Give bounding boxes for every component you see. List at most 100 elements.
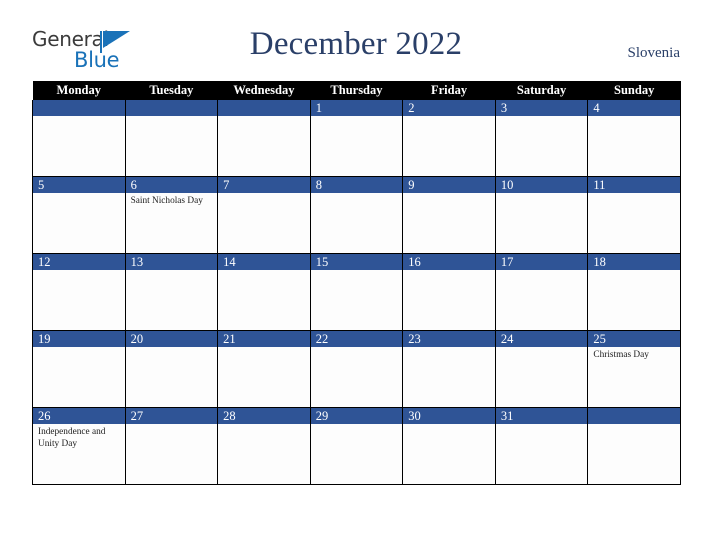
calendar-day-cell[interactable]: 25 Christmas Day bbox=[587, 330, 681, 408]
calendar-day-cell[interactable]: 17 bbox=[494, 253, 589, 331]
day-number bbox=[33, 100, 125, 116]
calendar-day-cell[interactable] bbox=[32, 100, 126, 177]
day-number: 26 bbox=[33, 408, 125, 424]
day-events bbox=[218, 424, 310, 427]
day-number: 19 bbox=[33, 331, 125, 347]
calendar-day-cell[interactable] bbox=[124, 100, 219, 177]
day-number: 9 bbox=[403, 177, 495, 193]
day-events bbox=[311, 116, 403, 119]
day-number: 30 bbox=[403, 408, 495, 424]
day-number: 16 bbox=[403, 254, 495, 270]
day-events bbox=[403, 347, 495, 350]
day-events bbox=[496, 270, 588, 273]
calendar-day-cell[interactable]: 22 bbox=[309, 330, 404, 408]
day-events bbox=[218, 116, 310, 119]
calendar-day-cell[interactable]: 3 bbox=[494, 100, 589, 177]
day-events bbox=[496, 347, 588, 350]
day-events bbox=[218, 270, 310, 273]
calendar-day-cell[interactable]: 4 bbox=[587, 100, 681, 177]
calendar-week-row: 26 Independence and Unity Day 27 28 29 30 31 bbox=[32, 407, 681, 485]
calendar-day-cell[interactable]: 21 bbox=[217, 330, 311, 408]
day-events bbox=[496, 424, 588, 427]
calendar-day-cell[interactable]: 23 bbox=[402, 330, 496, 408]
day-events bbox=[588, 270, 680, 273]
calendar-day-cell[interactable]: 2 bbox=[402, 100, 496, 177]
page-title: December 2022 bbox=[249, 26, 463, 62]
calendar-day-cell[interactable]: 18 bbox=[587, 253, 681, 331]
weekday-header-row: Monday Tuesday Wednesday Thursday Friday… bbox=[32, 81, 681, 100]
day-events bbox=[311, 424, 403, 427]
weekday-header-friday: Friday bbox=[402, 81, 496, 100]
calendar-day-cell[interactable]: 6 Saint Nicholas Day bbox=[124, 176, 219, 254]
day-number: 29 bbox=[310, 408, 403, 424]
day-events bbox=[588, 193, 680, 196]
calendar-day-cell[interactable]: 27 bbox=[124, 407, 219, 485]
day-events bbox=[126, 270, 218, 273]
day-events bbox=[588, 116, 680, 119]
day-number: 31 bbox=[495, 408, 588, 424]
calendar-day-cell[interactable]: 20 bbox=[124, 330, 219, 408]
calendar-day-cell[interactable]: 13 bbox=[124, 253, 219, 331]
day-events: Saint Nicholas Day bbox=[126, 193, 218, 208]
day-number: 8 bbox=[310, 177, 403, 193]
calendar-day-cell[interactable]: 9 bbox=[402, 176, 496, 254]
weekday-header-tuesday: Tuesday bbox=[125, 81, 218, 100]
calendar-day-cell[interactable]: 11 bbox=[587, 176, 681, 254]
day-events bbox=[403, 270, 495, 273]
day-events bbox=[218, 193, 310, 196]
day-events bbox=[33, 270, 125, 273]
day-events: Christmas Day bbox=[588, 347, 680, 362]
day-events bbox=[126, 424, 218, 427]
calendar-week-row: 19 20 21 22 23 24 25 Christmas Day bbox=[32, 330, 681, 408]
day-events bbox=[403, 193, 495, 196]
calendar-day-cell[interactable]: 31 bbox=[494, 407, 589, 485]
day-number: 1 bbox=[310, 100, 403, 116]
calendar-day-cell[interactable]: 28 bbox=[217, 407, 311, 485]
calendar-day-cell[interactable]: 7 bbox=[217, 176, 311, 254]
calendar-body: 1 2 3 4 5 6 Saint Nicholas Day 7 8 9 10 11 12 13 14 15 1… bbox=[32, 100, 681, 485]
day-number: 14 bbox=[218, 254, 310, 270]
calendar-day-cell[interactable]: 8 bbox=[309, 176, 404, 254]
day-number: 27 bbox=[125, 408, 218, 424]
day-number: 17 bbox=[495, 254, 588, 270]
day-events bbox=[126, 347, 218, 350]
day-events bbox=[218, 347, 310, 350]
calendar-day-cell[interactable]: 19 bbox=[32, 330, 126, 408]
calendar-week-row: 1234 bbox=[32, 100, 681, 177]
event-label: Saint Nicholas Day bbox=[130, 196, 203, 206]
day-events bbox=[496, 193, 588, 196]
calendar-day-cell[interactable]: 26 Independence and Unity Day bbox=[32, 407, 126, 485]
calendar-day-cell[interactable]: 29 bbox=[309, 407, 404, 485]
page-header: General Blue December 2022 Slovenia bbox=[0, 0, 712, 81]
calendar-day-cell[interactable]: 24 bbox=[494, 330, 589, 408]
day-number: 22 bbox=[310, 331, 403, 347]
calendar-day-cell[interactable]: 16 bbox=[402, 253, 496, 331]
calendar-day-cell[interactable]: 10 bbox=[494, 176, 589, 254]
calendar-day-cell[interactable]: 12 bbox=[32, 253, 126, 331]
calendar-day-cell[interactable]: 30 bbox=[402, 407, 496, 485]
day-events bbox=[126, 116, 218, 119]
calendar-day-cell[interactable]: 5 bbox=[32, 176, 126, 254]
day-events bbox=[311, 270, 403, 273]
calendar-grid: Monday Tuesday Wednesday Thursday Friday… bbox=[32, 81, 681, 485]
day-events bbox=[496, 116, 588, 119]
calendar-week-row: 5 6 Saint Nicholas Day 7 8 9 10 11 bbox=[32, 176, 681, 254]
weekday-header-thursday: Thursday bbox=[310, 81, 403, 100]
calendar-day-cell[interactable]: 14 bbox=[217, 253, 311, 331]
weekday-header-saturday: Saturday bbox=[495, 81, 588, 100]
calendar-day-cell[interactable] bbox=[217, 100, 311, 177]
day-events bbox=[33, 116, 125, 119]
day-events bbox=[588, 424, 680, 427]
day-number: 20 bbox=[125, 331, 218, 347]
day-events bbox=[311, 347, 403, 350]
weekday-header-monday: Monday bbox=[32, 81, 126, 100]
day-number: 3 bbox=[495, 100, 588, 116]
day-number: 2 bbox=[403, 100, 495, 116]
day-events bbox=[33, 193, 125, 196]
day-number: 10 bbox=[495, 177, 588, 193]
calendar-day-cell[interactable]: 1 bbox=[309, 100, 404, 177]
calendar-day-cell[interactable]: 15 bbox=[309, 253, 404, 331]
calendar-day-cell[interactable] bbox=[587, 407, 681, 485]
calendar-header-row: Monday Tuesday Wednesday Thursday Friday… bbox=[32, 81, 681, 100]
day-number: 18 bbox=[588, 254, 680, 270]
